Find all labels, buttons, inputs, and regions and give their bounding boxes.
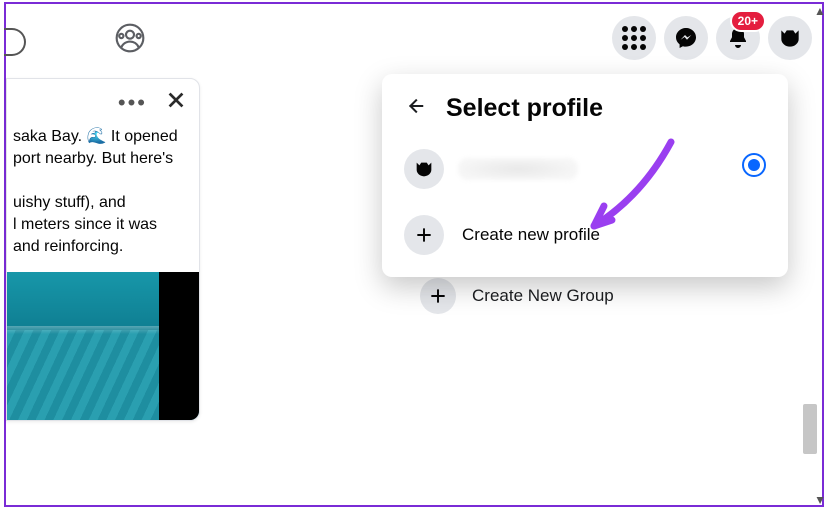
profile-avatar: [404, 149, 444, 189]
app-frame: 20+ Create New Group ••• saka Bay. 🌊 It …: [4, 2, 824, 507]
create-new-group-row[interactable]: Create New Group: [420, 278, 614, 314]
batman-avatar-icon: [413, 158, 435, 180]
apps-grid-icon: [622, 26, 646, 50]
apps-menu-button[interactable]: [612, 16, 656, 60]
create-group-label: Create New Group: [472, 286, 614, 306]
create-new-profile-button[interactable]: Create new profile: [402, 205, 768, 259]
nav-item-truncated[interactable]: [4, 28, 26, 56]
back-button[interactable]: [404, 95, 426, 122]
group-icon[interactable]: [114, 22, 146, 59]
post-actions: •••: [13, 89, 187, 126]
popover-title: Select profile: [446, 94, 603, 123]
profile-option-current[interactable]: [402, 141, 768, 205]
close-post-button[interactable]: [165, 89, 187, 116]
scroll-up-arrow[interactable]: ▲: [810, 2, 830, 20]
top-navbar: 20+: [6, 8, 822, 62]
profile-name-redacted: [458, 158, 578, 180]
scrollbar-thumb[interactable]: [803, 404, 817, 454]
notification-badge: 20+: [730, 10, 766, 32]
plus-icon: [420, 278, 456, 314]
messenger-icon: [674, 26, 698, 50]
post-text: saka Bay. 🌊 It opened port nearby. But h…: [13, 126, 187, 272]
create-profile-label: Create new profile: [462, 225, 600, 245]
popover-header: Select profile: [402, 88, 768, 141]
post-image[interactable]: [7, 272, 200, 420]
scrollbar-track[interactable]: [800, 24, 820, 485]
messenger-button[interactable]: [664, 16, 708, 60]
radio-selected-icon[interactable]: [742, 153, 766, 177]
select-profile-popover: Select profile Create new profile: [382, 74, 788, 277]
more-icon[interactable]: •••: [118, 98, 147, 108]
nav-right: 20+: [612, 16, 812, 60]
plus-icon: [404, 215, 444, 255]
scroll-down-arrow[interactable]: ▲: [810, 492, 830, 510]
post-card: ••• saka Bay. 🌊 It opened port nearby. B…: [6, 78, 200, 421]
notifications-button[interactable]: 20+: [716, 16, 760, 60]
